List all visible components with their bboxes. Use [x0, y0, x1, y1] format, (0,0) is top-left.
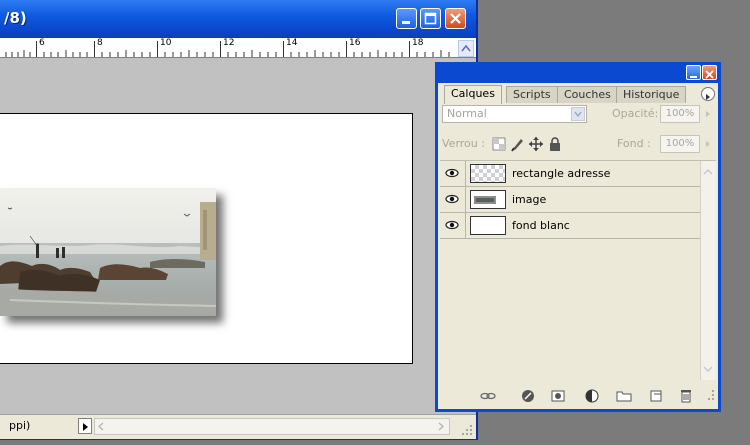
play-arrow-icon	[83, 423, 88, 431]
layer-row[interactable]: image	[440, 187, 701, 213]
status-bar: ppi)	[0, 414, 476, 439]
resize-grip-icon[interactable]	[460, 423, 474, 437]
dropdown-arrow[interactable]	[571, 107, 585, 121]
opacity-slider-button[interactable]	[702, 105, 714, 123]
blend-mode-select[interactable]: Normal	[442, 105, 587, 123]
adjustment-layer-icon[interactable]	[584, 388, 600, 404]
fill-field[interactable]: 100%	[660, 135, 700, 153]
visibility-toggle[interactable]	[440, 213, 466, 238]
palette-close-button[interactable]	[702, 65, 717, 80]
layer-row[interactable]: fond blanc	[440, 213, 701, 239]
opacity-label: Opacité:	[612, 107, 659, 120]
palette-tabs: Calques Scripts Couches Historique	[438, 83, 718, 104]
tab-scripts[interactable]: Scripts	[506, 86, 558, 103]
play-arrow-icon	[706, 94, 710, 100]
palette-bottom-toolbar	[440, 385, 716, 407]
layers-scrollbar[interactable]	[700, 161, 716, 380]
layer-name: image	[512, 193, 547, 206]
horizontal-ruler: 6 8 10 12 14 16 18	[0, 38, 476, 58]
horizontal-scrollbar[interactable]	[94, 418, 450, 435]
seascape-picture	[0, 188, 216, 316]
close-icon	[705, 70, 714, 79]
close-button[interactable]	[445, 8, 466, 29]
chevron-up-icon	[461, 44, 471, 52]
lock-transparency-icon[interactable]	[492, 137, 506, 151]
opacity-field[interactable]: 100%	[660, 105, 700, 123]
palette-menu-button[interactable]	[701, 87, 715, 101]
layer-name: rectangle adresse	[512, 167, 611, 180]
minimize-button[interactable]	[396, 8, 417, 29]
photo-thumbnail-icon	[471, 191, 505, 208]
status-menu-button[interactable]	[78, 418, 92, 434]
brush-icon[interactable]	[510, 136, 526, 152]
lock-row: Verrou : Fond : 100%	[440, 135, 716, 155]
visibility-toggle[interactable]	[440, 161, 466, 186]
tab-historique[interactable]: Historique	[616, 86, 687, 103]
chevron-down-icon	[574, 111, 582, 118]
chevron-down-icon	[703, 366, 713, 372]
minimize-icon	[690, 76, 697, 78]
layer-mask-icon[interactable]	[550, 388, 566, 404]
document-title-bar[interactable]: /8)	[0, 0, 476, 38]
ruler-label: 6	[39, 38, 45, 48]
play-arrow-icon	[706, 111, 710, 117]
resize-grip-icon[interactable]	[702, 388, 718, 404]
layer-style-icon[interactable]	[520, 388, 536, 404]
ruler-label: 16	[349, 38, 361, 48]
eye-icon	[445, 194, 459, 204]
ruler-label: 14	[286, 38, 298, 48]
maximize-button[interactable]	[420, 8, 441, 29]
document-title: /8)	[4, 9, 27, 27]
blend-row: Normal Opacité: 100%	[440, 105, 716, 125]
palette-minimize-button[interactable]	[686, 65, 701, 80]
layers-palette: Calques Scripts Couches Historique Norma…	[435, 62, 721, 412]
chevron-left-icon	[97, 422, 104, 431]
new-layer-icon[interactable]	[648, 388, 664, 404]
link-layers-icon[interactable]	[480, 388, 496, 404]
palette-body: Calques Scripts Couches Historique Norma…	[438, 83, 718, 409]
chevron-up-icon	[703, 169, 713, 175]
lock-icon[interactable]	[548, 136, 562, 152]
fill-slider-button[interactable]	[702, 135, 714, 153]
chevron-right-icon	[438, 422, 445, 431]
eye-icon	[445, 168, 459, 178]
layer-thumbnail	[470, 216, 506, 235]
lock-label: Verrou :	[442, 137, 485, 150]
ruler-label: 10	[160, 38, 172, 48]
blend-mode-value: Normal	[447, 107, 487, 120]
layers-list: rectangle adresse image fond blanc	[440, 160, 716, 380]
close-icon	[450, 13, 461, 24]
fill-label: Fond :	[617, 137, 651, 150]
ruler-label: 18	[412, 38, 424, 48]
trash-icon[interactable]	[678, 388, 694, 404]
eye-icon	[445, 220, 459, 230]
move-arrows-icon[interactable]	[528, 136, 544, 152]
new-group-folder-icon[interactable]	[616, 388, 632, 404]
scroll-up-button[interactable]	[458, 40, 474, 57]
tab-calques[interactable]: Calques	[444, 85, 502, 104]
tab-couches[interactable]: Couches	[557, 86, 618, 103]
document-window: /8) 6 8 10 12 14 16 18 ppi)	[0, 0, 478, 440]
ruler-label: 8	[97, 38, 103, 48]
ruler-ticks	[5, 41, 450, 57]
layer-row[interactable]: rectangle adresse	[440, 161, 701, 187]
layer-thumbnail	[470, 190, 506, 209]
layer-thumbnail	[470, 164, 506, 183]
status-resolution-text: ppi)	[9, 419, 31, 432]
minimize-icon	[402, 21, 410, 24]
maximize-icon	[424, 12, 437, 25]
layer-name: fond blanc	[512, 219, 570, 232]
visibility-toggle[interactable]	[440, 187, 466, 212]
ruler-label: 12	[223, 38, 235, 48]
photo-image	[0, 188, 216, 316]
play-arrow-icon	[706, 141, 710, 147]
